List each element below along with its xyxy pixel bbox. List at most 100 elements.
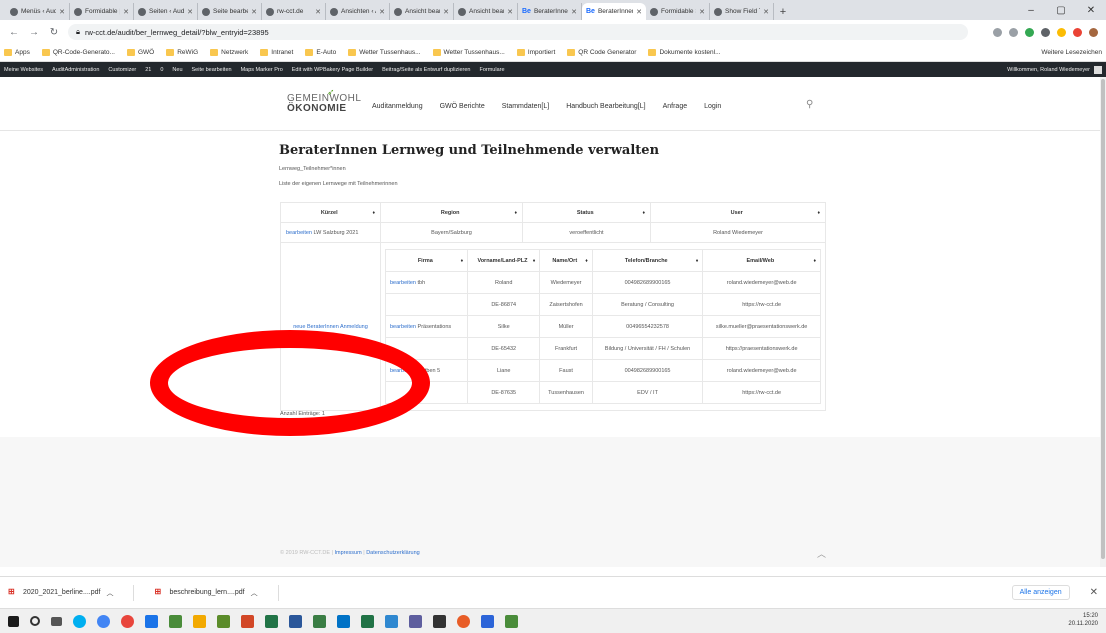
bookmark-item[interactable]: Apps [4,49,30,56]
nav-anfrage[interactable]: Anfrage [663,103,688,110]
app-icon[interactable] [337,614,350,628]
word-icon[interactable] [289,614,302,628]
edit-link[interactable]: bearbeiten [286,230,312,236]
new-tab-button[interactable]: + [774,3,792,20]
scroll-up-icon[interactable]: ︿ [817,547,826,560]
maximize-button[interactable]: ▢ [1046,0,1076,20]
site-logo[interactable]: GEMEINWOHL ÖKONOMIE ➶ [287,88,361,114]
wp-admin-item[interactable]: 21 [145,67,151,73]
chevron-up-icon[interactable]: ︿ [106,588,113,598]
bookmark-item[interactable]: Wetter Tussenhaus... [348,49,421,56]
browser-tab[interactable]: Formidable | F✕ [70,3,134,20]
bookmark-item[interactable]: Netzwerk [210,49,248,56]
browser-tab[interactable]: Ansicht bearb✕ [390,3,454,20]
col-header[interactable]: User ♦ [650,202,826,223]
forward-arrow-icon[interactable]: → [28,27,40,38]
browser-tab[interactable]: Menüs ‹ Audit✕ [6,3,70,20]
wp-admin-item[interactable]: Meine Websites [4,67,43,73]
avatar[interactable] [1089,27,1098,37]
other-bookmarks[interactable]: Weitere Lesezeichen [1041,49,1102,56]
download-item[interactable]: ⊞ 2020_2021_berline....pdf ︿ [8,584,135,601]
zoom-icon[interactable] [993,27,1002,37]
search-icon[interactable] [30,616,40,626]
col-header[interactable]: Name/Ort ♦ [539,249,593,272]
wp-admin-item[interactable]: Formulare [479,67,504,73]
col-header[interactable]: Email/Web ♦ [702,249,821,272]
tab-close-icon[interactable]: ✕ [187,8,193,16]
app-icon[interactable] [169,614,182,628]
extension-icon[interactable] [1057,27,1066,37]
col-header[interactable]: Vorname/Land-PLZ ♦ [467,249,541,272]
tab-close-icon[interactable]: ✕ [571,8,577,16]
app-icon[interactable] [217,614,230,628]
windows-start-icon[interactable] [8,615,19,627]
app-icon[interactable] [385,614,398,628]
bookmark-item[interactable]: QR-Code-Generato... [41,49,115,56]
chrome-icon[interactable] [97,614,110,628]
app-icon[interactable] [145,614,158,628]
browser-tab[interactable]: Be BeraterInnen ✕ [582,3,646,20]
app-icon[interactable] [241,614,254,628]
tab-close-icon[interactable]: ✕ [59,8,65,16]
tab-close-icon[interactable]: ✕ [379,8,385,16]
col-header[interactable]: Telefon/Branche ♦ [591,249,704,272]
close-window-button[interactable]: ✕ [1076,0,1106,20]
app-icon[interactable] [457,614,470,628]
show-all-downloads-button[interactable]: Alle anzeigen [1011,585,1070,600]
close-icon[interactable]: ✕ [1090,587,1098,598]
bookmark-item[interactable]: GWÖ [126,49,154,56]
app-icon[interactable] [193,614,206,628]
star-icon[interactable] [1009,27,1018,37]
nav-handbuch[interactable]: Handbuch Bearbeitung[L] [566,103,645,110]
app-icon[interactable] [505,614,518,628]
wp-admin-item[interactable]: Neu [172,67,182,73]
wp-admin-item[interactable]: Edit with WPBakery Page Builder [292,67,373,73]
edit-link[interactable]: bearbeiten [390,324,416,330]
extension-icon[interactable] [1025,27,1034,37]
bookmark-item[interactable]: E-Auto [305,49,336,56]
col-header[interactable]: Region ♦ [380,202,523,223]
tab-close-icon[interactable]: ✕ [315,8,321,16]
impressum-link[interactable]: Impressum [335,550,362,556]
app-icon[interactable] [433,614,446,628]
search-icon[interactable]: ⚲ [806,99,813,110]
wp-admin-item[interactable]: Beitrag/Seite als Entwurf duplizieren [382,67,470,73]
url-input[interactable]: 🔒︎ rw-cct.de/audit/ber_lernweg_detail/?b… [68,24,968,40]
col-header[interactable]: Kürzel ♦ [280,202,381,223]
bookmark-item[interactable]: Wetter Tussenhaus... [432,49,505,56]
browser-tab[interactable]: Ansichten ‹ A ✕ [326,3,390,20]
extension-icon[interactable] [1073,27,1082,37]
minimize-button[interactable]: – [1016,0,1046,20]
edit-link[interactable]: bearbeiten [390,280,416,286]
nav-gwoe-berichte[interactable]: GWÖ Berichte [440,103,485,110]
new-advisor-link[interactable]: neue BeraterInnen Anmeldung [293,324,368,330]
app-icon[interactable] [361,614,374,628]
bookmark-item[interactable]: QR Code Generator [567,49,636,56]
browser-tab[interactable]: Show Field T ✕ [710,3,774,20]
reload-icon[interactable]: ↻ [48,27,60,38]
browser-tab[interactable]: Seite bearbei ✕ [198,3,262,20]
col-header[interactable]: Firma ♦ [384,249,469,272]
col-header[interactable]: Status ♦ [522,202,651,223]
wp-admin-item[interactable]: Customizer [108,67,136,73]
task-view-icon[interactable] [51,616,62,626]
wp-admin-item[interactable]: 0 [160,67,163,73]
bookmark-item[interactable]: Dokumente kostenl... [648,49,721,56]
tab-close-icon[interactable]: ✕ [507,8,513,16]
extension-icon[interactable] [1041,27,1050,37]
chevron-up-icon[interactable]: ︿ [251,588,258,598]
browser-tab[interactable]: Ansicht bearb✕ [454,3,518,20]
wp-account[interactable]: Willkommen, Roland Wiedemeyer [1007,65,1102,74]
app-icon[interactable] [313,614,326,628]
tab-close-icon[interactable]: ✕ [636,8,642,16]
browser-tab[interactable]: rw-cct.de ✕ [262,3,326,20]
app-icon[interactable] [265,614,278,628]
nav-auditanmeldung[interactable]: Auditanmeldung [372,103,423,110]
app-icon[interactable] [481,614,494,628]
browser-tab[interactable]: Formidable S ✕ [646,3,710,20]
wp-admin-item[interactable]: Seite bearbeiten [192,67,232,73]
tab-close-icon[interactable]: ✕ [699,8,705,16]
bookmark-item[interactable]: ReWiG [166,49,198,56]
browser-tab[interactable]: Be BeraterInnen ✕ [518,3,582,20]
back-arrow-icon[interactable]: ← [8,27,20,38]
